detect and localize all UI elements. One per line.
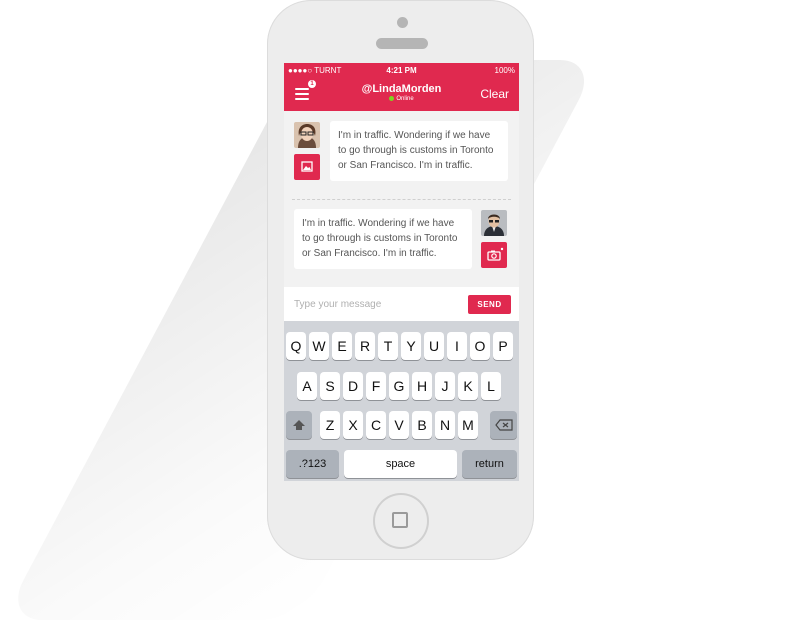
key-f[interactable]: F <box>366 372 386 400</box>
attach-image-button[interactable] <box>294 154 320 180</box>
online-dot-icon <box>389 96 395 101</box>
key-a[interactable]: A <box>297 372 317 400</box>
key-k[interactable]: K <box>458 372 478 400</box>
key-z[interactable]: Z <box>320 411 340 439</box>
key-n[interactable]: N <box>435 411 455 439</box>
backspace-icon <box>494 419 513 431</box>
key-y[interactable]: Y <box>401 332 421 360</box>
front-camera <box>397 17 408 28</box>
key-j[interactable]: J <box>435 372 455 400</box>
space-key[interactable]: space <box>344 450 457 478</box>
earpiece-speaker <box>376 38 428 49</box>
message-bubble-incoming: I'm in traffic. Wondering if we have to … <box>330 121 508 181</box>
avatar-linda <box>294 122 320 148</box>
avatar-user <box>481 210 507 236</box>
image-icon <box>301 161 313 172</box>
numbers-key[interactable]: .?123 <box>286 450 339 478</box>
key-d[interactable]: D <box>343 372 363 400</box>
key-s[interactable]: S <box>320 372 340 400</box>
phone-screen: ●●●●○ TURNT 4:21 PM 100% 1 @LindaMorden … <box>284 63 519 481</box>
status-bar: ●●●●○ TURNT 4:21 PM 100% <box>284 63 519 77</box>
key-t[interactable]: T <box>378 332 398 360</box>
message-composer: SEND <box>284 287 519 321</box>
key-c[interactable]: C <box>366 411 386 439</box>
message-input[interactable] <box>294 295 454 313</box>
presence-label: Online <box>396 96 414 103</box>
message-bubble-outgoing: I'm in traffic. Wondering if we have to … <box>294 209 472 269</box>
key-b[interactable]: B <box>412 411 432 439</box>
shift-key[interactable] <box>286 411 312 439</box>
keyboard: Q W E R T Y U I O P A S D F G H J K L Z … <box>284 321 519 481</box>
key-u[interactable]: U <box>424 332 444 360</box>
key-q[interactable]: Q <box>286 332 306 360</box>
key-e[interactable]: E <box>332 332 352 360</box>
key-h[interactable]: H <box>412 372 432 400</box>
home-square-icon <box>392 512 408 528</box>
send-button[interactable]: SEND <box>468 295 511 314</box>
status-time: 4:21 PM <box>386 66 417 75</box>
chat-header: ●●●●○ TURNT 4:21 PM 100% 1 @LindaMorden … <box>284 63 519 111</box>
key-r[interactable]: R <box>355 332 375 360</box>
key-m[interactable]: M <box>458 411 478 439</box>
battery-level: 100% <box>494 66 515 75</box>
backspace-key[interactable] <box>490 411 517 439</box>
key-g[interactable]: G <box>389 372 409 400</box>
return-key[interactable]: return <box>462 450 517 478</box>
camera-button[interactable] <box>481 242 507 268</box>
key-i[interactable]: I <box>447 332 467 360</box>
key-v[interactable]: V <box>389 411 409 439</box>
clear-button[interactable]: Clear <box>480 87 509 101</box>
key-w[interactable]: W <box>309 332 329 360</box>
key-l[interactable]: L <box>481 372 501 400</box>
camera-icon <box>487 247 504 261</box>
key-x[interactable]: X <box>343 411 363 439</box>
shift-arrow-icon <box>293 420 305 431</box>
message-divider <box>292 199 511 200</box>
home-button[interactable] <box>373 493 429 549</box>
key-o[interactable]: O <box>470 332 490 360</box>
key-p[interactable]: P <box>493 332 513 360</box>
